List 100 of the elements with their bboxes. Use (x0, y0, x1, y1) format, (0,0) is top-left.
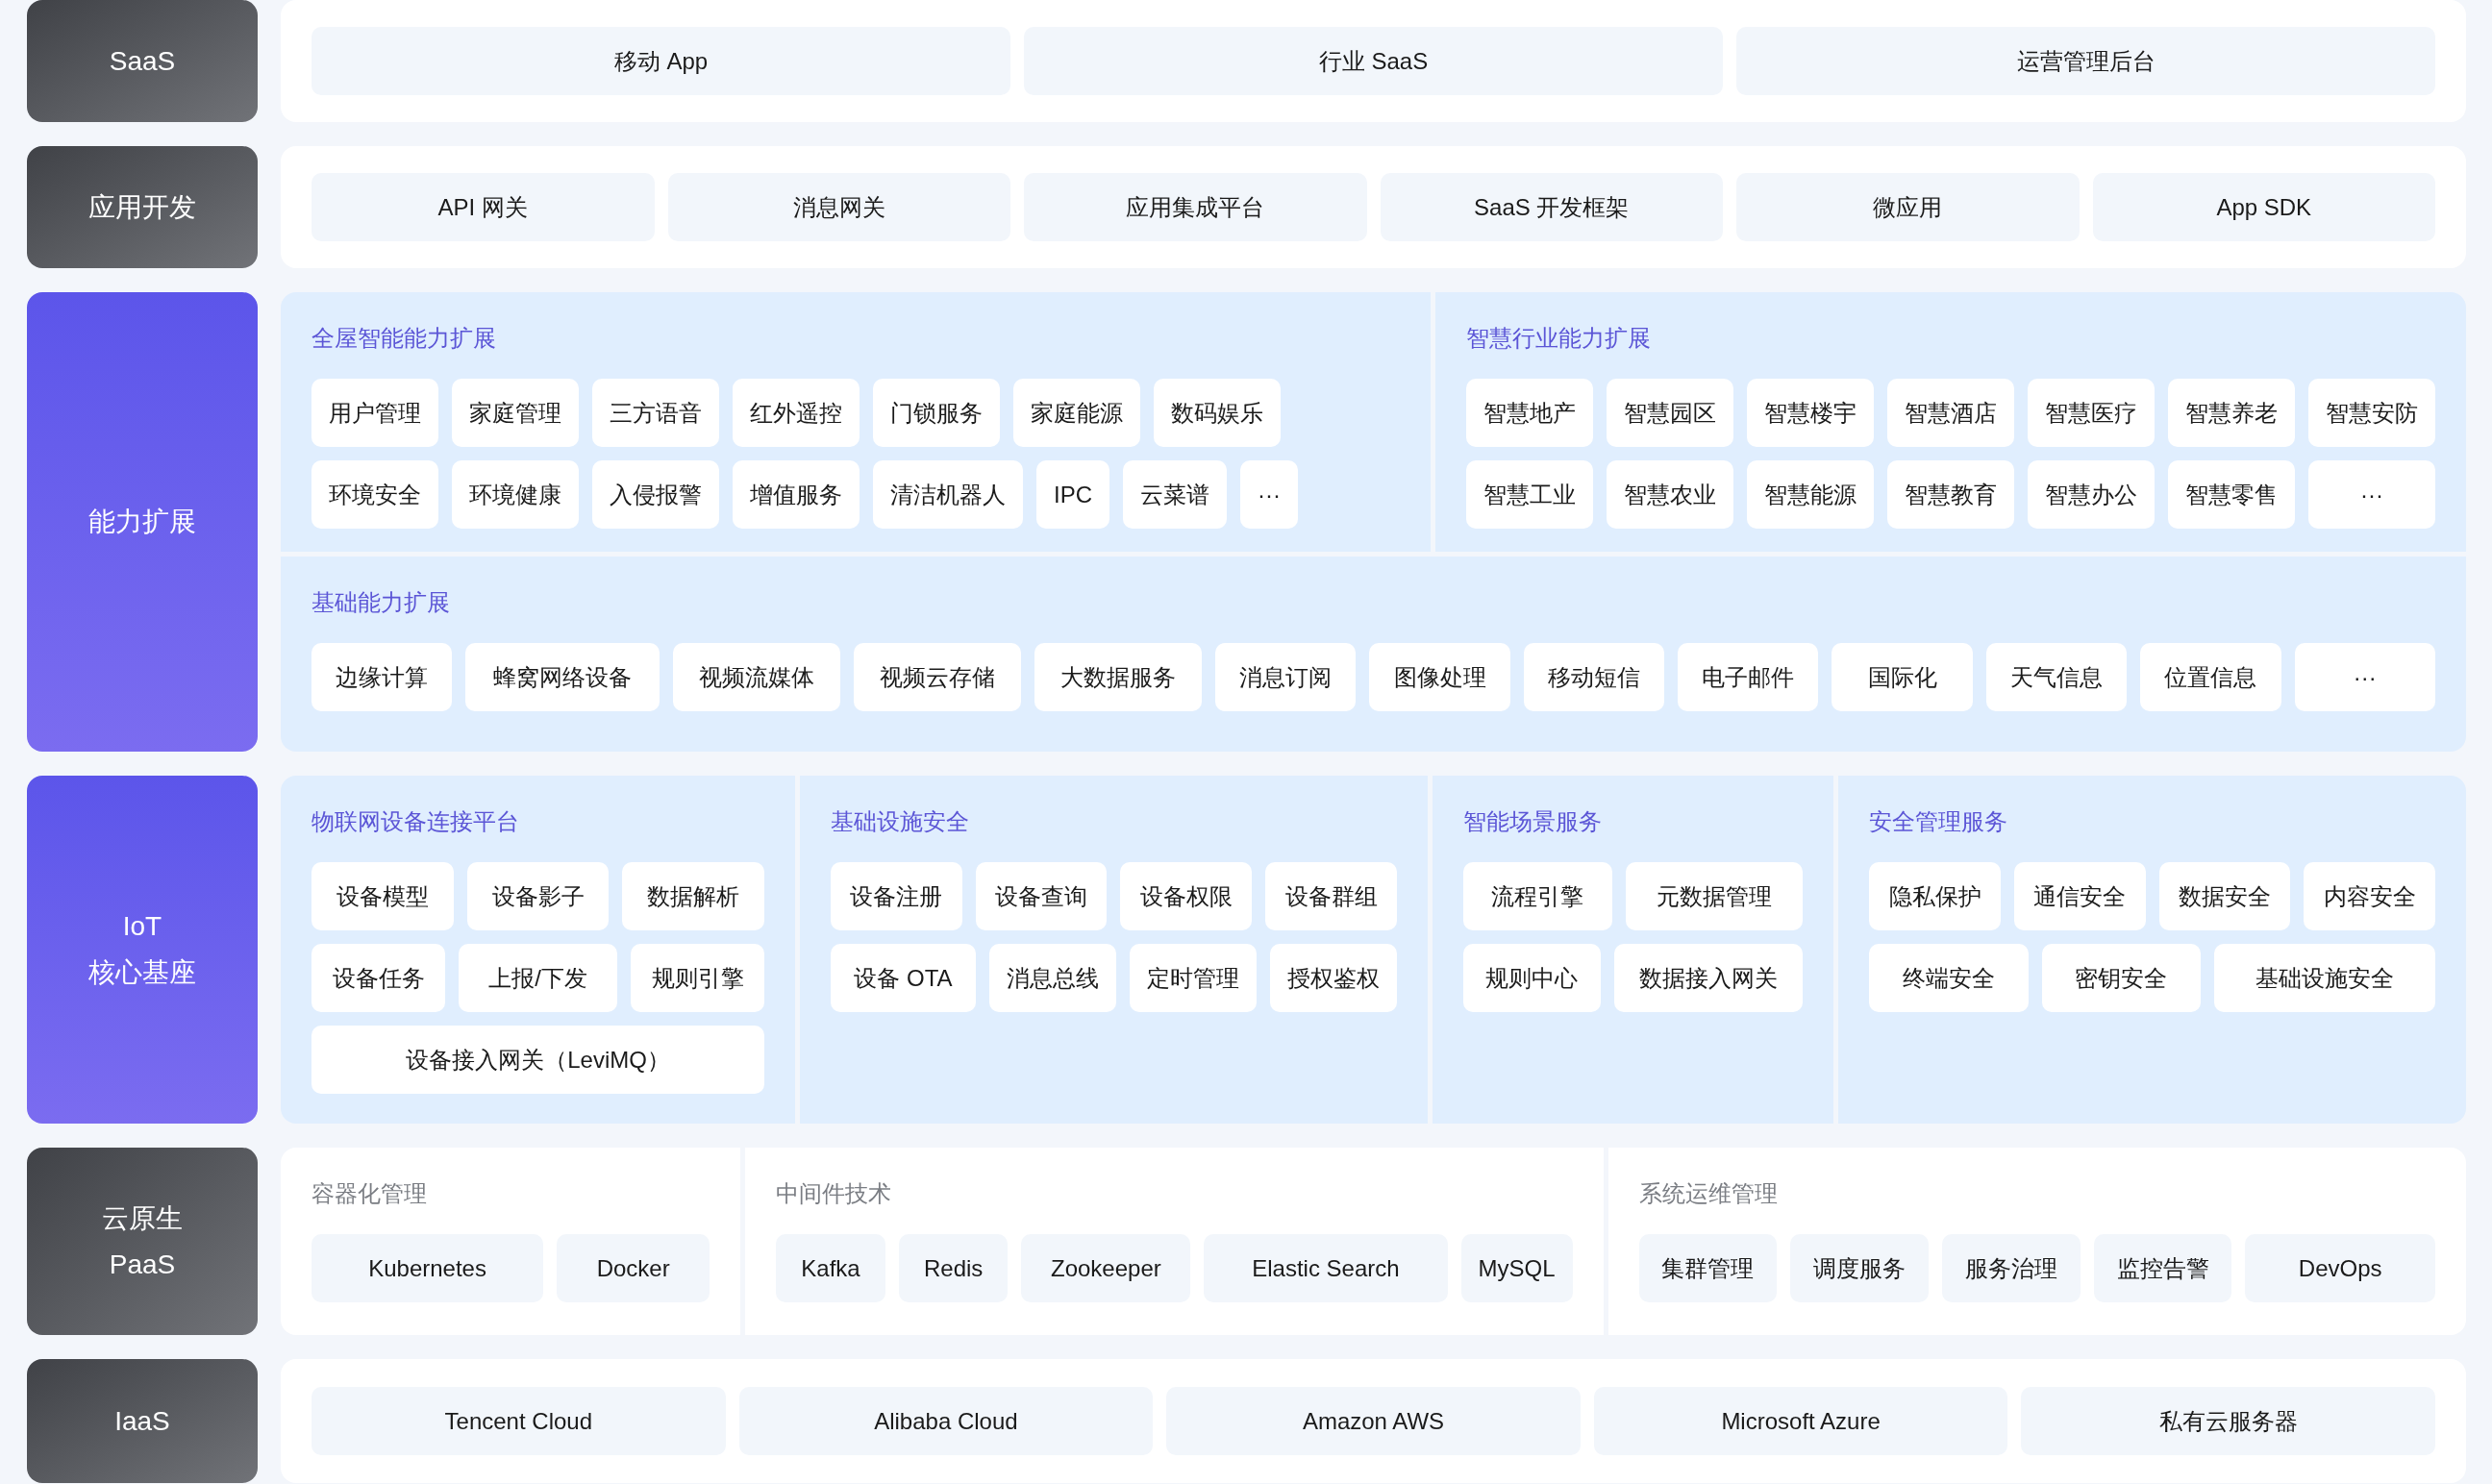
service-tile: 设备 OTA (831, 944, 976, 1012)
service-tile: ··· (2308, 460, 2435, 529)
service-tile: 门锁服务 (873, 379, 1000, 447)
group-title: 基础设施安全 (831, 807, 971, 836)
service-tile: 电子邮件 (1678, 643, 1819, 711)
layer-label: 应用开发 (27, 146, 258, 268)
service-tile: 环境健康 (452, 460, 579, 529)
service-tile: 微应用 (1736, 173, 2080, 241)
service-tile: 数据解析 (622, 862, 765, 930)
service-tile: 智慧零售 (2168, 460, 2295, 529)
group-title: 智慧行业能力扩展 (1466, 324, 1652, 353)
service-tile: 监控告警 (2093, 1234, 2232, 1302)
service-tile: Kubernetes (312, 1234, 544, 1302)
service-tile: 边缘计算 (312, 643, 453, 711)
service-tile: 上报/下发 (459, 944, 617, 1012)
service-tile: 消息订阅 (1214, 643, 1357, 711)
service-tile: 消息总线 (988, 944, 1116, 1012)
service-tile: 设备查询 (975, 862, 1108, 930)
service-tile: 行业 SaaS (1024, 27, 1723, 95)
service-tile: Elastic Search (1204, 1234, 1448, 1302)
service-tile: 天气信息 (1985, 643, 2128, 711)
service-tile: 蜂窝网络设备 (465, 643, 660, 711)
service-tile: 智慧养老 (2168, 379, 2295, 447)
service-tile: 设备接入网关（LeviMQ） (312, 1026, 765, 1094)
service-tile: 设备任务 (312, 944, 446, 1012)
group-title: 系统运维管理 (1638, 1179, 1779, 1208)
service-tile: Amazon AWS (1166, 1387, 1581, 1455)
service-tile: 运营管理后台 (1736, 27, 2435, 95)
service-tile: 图像处理 (1369, 643, 1510, 711)
layer-label: IoT 核心基座 (27, 776, 258, 1124)
service-tile: 隐私保护 (1869, 862, 2001, 930)
service-tile: 通信安全 (2013, 862, 2146, 930)
service-tile: 位置信息 (2140, 643, 2281, 711)
service-tile: 环境安全 (312, 460, 438, 529)
layer-label: IaaS (27, 1359, 258, 1483)
service-tile: Alibaba Cloud (738, 1387, 1154, 1455)
service-tile: 家庭能源 (1013, 379, 1140, 447)
service-tile: 移动 App (312, 27, 1010, 95)
group-title: 基础能力扩展 (312, 588, 451, 617)
service-tile: 设备注册 (831, 862, 962, 930)
layer-label: 云原生 PaaS (27, 1148, 258, 1335)
service-tile: 家庭管理 (452, 379, 579, 447)
group-title: 物联网设备连接平台 (312, 807, 520, 836)
service-tile: IPC (1036, 460, 1109, 529)
service-tile: Microsoft Azure (1593, 1387, 2008, 1455)
service-tile: 定时管理 (1129, 944, 1257, 1012)
service-tile: 国际化 (1832, 643, 1973, 711)
service-tile: 集群管理 (1638, 1234, 1778, 1302)
service-tile: 云菜谱 (1123, 460, 1227, 529)
service-tile: 终端安全 (1869, 944, 2029, 1012)
service-tile: Tencent Cloud (312, 1387, 726, 1455)
group-title: 全屋智能能力扩展 (312, 324, 497, 353)
service-tile: 应用集成平台 (1024, 173, 1367, 241)
service-tile: SaaS 开发框架 (1380, 173, 1723, 241)
service-tile: 数据安全 (2158, 862, 2291, 930)
layer-label: SaaS (27, 0, 258, 122)
service-tile: 消息网关 (667, 173, 1010, 241)
service-tile: 红外遥控 (733, 379, 860, 447)
service-tile: 私有云服务器 (2021, 1387, 2435, 1455)
service-tile: 智慧园区 (1607, 379, 1733, 447)
service-tile: 大数据服务 (1034, 643, 1202, 711)
service-tile: 增值服务 (733, 460, 860, 529)
service-tile: ··· (1240, 460, 1298, 529)
service-tile: 调度服务 (1790, 1234, 1929, 1302)
service-tile: Docker (557, 1234, 710, 1302)
service-tile: 智慧办公 (2028, 460, 2155, 529)
service-tile: 密钥安全 (2041, 944, 2201, 1012)
service-tile: 智慧楼宇 (1747, 379, 1874, 447)
service-tile: 基础设施安全 (2213, 944, 2435, 1012)
service-tile: 服务治理 (1942, 1234, 2081, 1302)
service-tile: 智慧教育 (1887, 460, 2014, 529)
service-tile: 设备权限 (1120, 862, 1253, 930)
service-tile: ··· (2294, 643, 2436, 711)
service-tile: 视频云存储 (853, 643, 1021, 711)
service-tile: Zookeeper (1021, 1234, 1191, 1302)
group-title: 中间件技术 (776, 1179, 893, 1208)
service-tile: MySQL (1460, 1234, 1573, 1302)
service-tile: 用户管理 (312, 379, 438, 447)
service-tile: 清洁机器人 (873, 460, 1023, 529)
service-tile: 授权鉴权 (1269, 944, 1397, 1012)
service-tile: 设备模型 (312, 862, 454, 930)
service-tile: 智慧能源 (1747, 460, 1874, 529)
layer-label: 能力扩展 (27, 292, 258, 752)
service-tile: 智慧安防 (2308, 379, 2435, 447)
service-tile: 规则引擎 (630, 944, 765, 1012)
service-tile: 智慧医疗 (2028, 379, 2155, 447)
service-tile: 视频流媒体 (672, 643, 840, 711)
service-tile: Kafka (776, 1234, 885, 1302)
service-tile: 智慧农业 (1607, 460, 1733, 529)
service-tile: 数码娱乐 (1154, 379, 1281, 447)
service-tile: 数据接入网关 (1613, 944, 1804, 1012)
service-tile: 内容安全 (2304, 862, 2435, 930)
service-tile: 设备群组 (1265, 862, 1397, 930)
service-tile: 三方语音 (592, 379, 719, 447)
group-title: 安全管理服务 (1869, 807, 2009, 836)
service-tile: 智慧工业 (1466, 460, 1593, 529)
service-tile: 移动短信 (1523, 643, 1665, 711)
service-tile: 智慧地产 (1466, 379, 1593, 447)
service-tile: 规则中心 (1462, 944, 1601, 1012)
service-tile: 流程引擎 (1462, 862, 1612, 930)
